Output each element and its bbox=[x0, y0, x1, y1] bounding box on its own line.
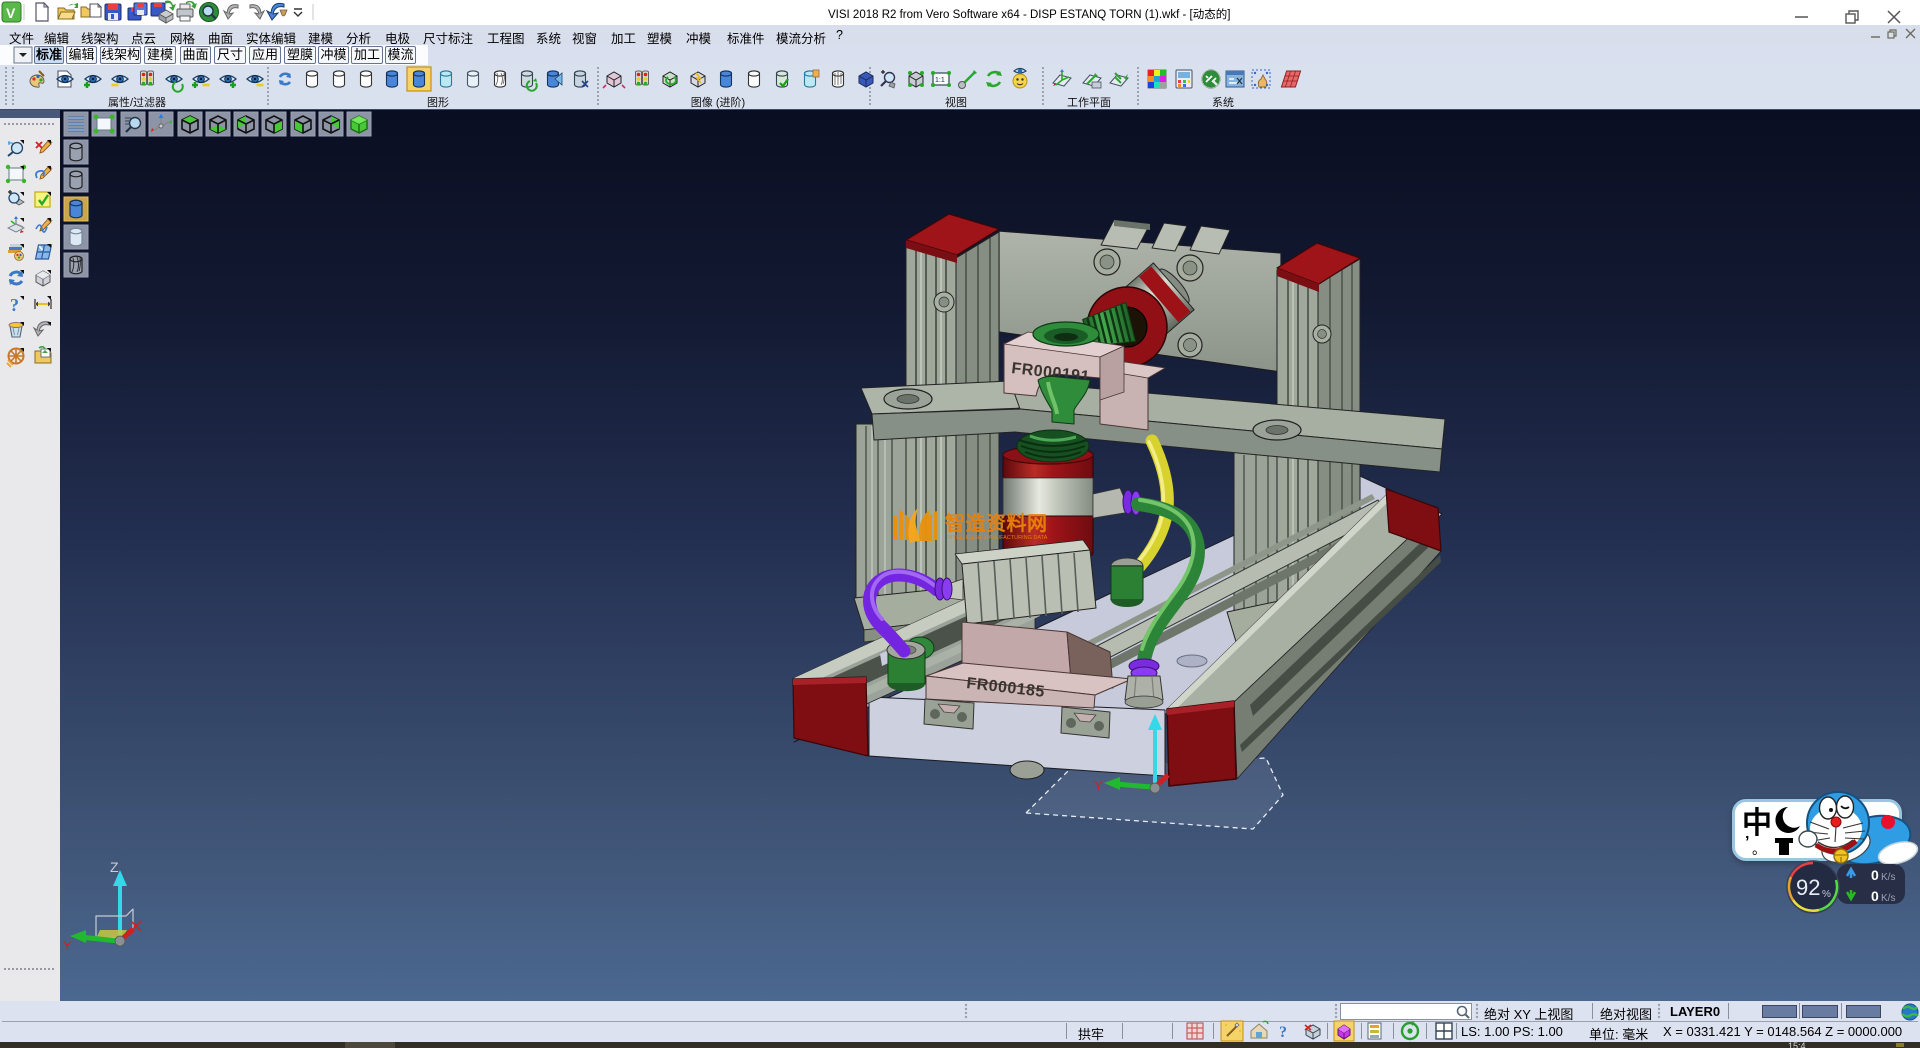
svg-text:。: 。 bbox=[1752, 841, 1766, 857]
svg-text:0: 0 bbox=[1871, 867, 1879, 883]
svg-text:’: ’ bbox=[1745, 834, 1749, 851]
svg-text:K/s: K/s bbox=[1881, 872, 1895, 883]
svg-text:0: 0 bbox=[1871, 888, 1879, 904]
svg-text:K/s: K/s bbox=[1881, 893, 1895, 904]
svg-text:%: % bbox=[1822, 889, 1831, 900]
svg-text:92: 92 bbox=[1796, 875, 1820, 900]
